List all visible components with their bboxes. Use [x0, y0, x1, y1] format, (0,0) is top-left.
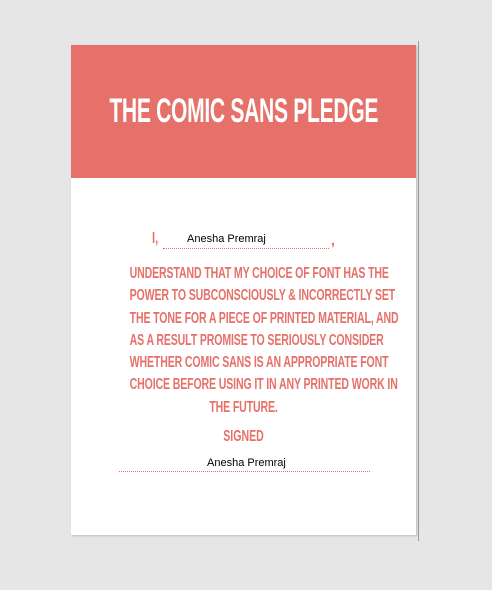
- page-title: THE COMIC SANS PLEDGE: [109, 92, 378, 130]
- pledge-text: UNDERSTAND THAT MY CHOICE OF FONT HAS TH…: [71, 263, 416, 419]
- pledge-line: THE FUTURE.: [209, 398, 278, 416]
- pledge-line: WHETHER COMIC SANS IS AN APPROPRIATE FON…: [129, 354, 389, 372]
- pledge-page: THE COMIC SANS PLEDGE I, Anesha Premraj …: [71, 45, 416, 535]
- pledge-line: POWER TO SUBCONSCIOUSLY & INCORRECTLY SE…: [129, 287, 396, 305]
- name-field-value: Anesha Premraj: [187, 233, 266, 245]
- page-edge: [418, 41, 419, 541]
- signed-label: SIGNED: [223, 428, 264, 445]
- name-field[interactable]: Anesha Premraj: [163, 232, 329, 249]
- pledge-line: AS A RESULT PROMISE TO SERIOUSLY CONSIDE…: [129, 331, 384, 349]
- pronoun-label: I,: [152, 230, 159, 247]
- pledge-line: UNDERSTAND THAT MY CHOICE OF FONT HAS TH…: [129, 265, 389, 282]
- name-row: I, Anesha Premraj ,: [71, 231, 416, 251]
- signature-field[interactable]: Anesha Premraj: [119, 456, 370, 472]
- pledge-line: CHOICE BEFORE USING IT IN ANY PRINTED WO…: [129, 376, 398, 394]
- pledge-line: THE TONE FOR A PIECE OF PRINTED MATERIAL…: [129, 309, 399, 327]
- signature-field-value: Anesha Premraj: [207, 457, 286, 469]
- comma-label: ,: [331, 232, 335, 248]
- header-band: THE COMIC SANS PLEDGE: [71, 45, 416, 178]
